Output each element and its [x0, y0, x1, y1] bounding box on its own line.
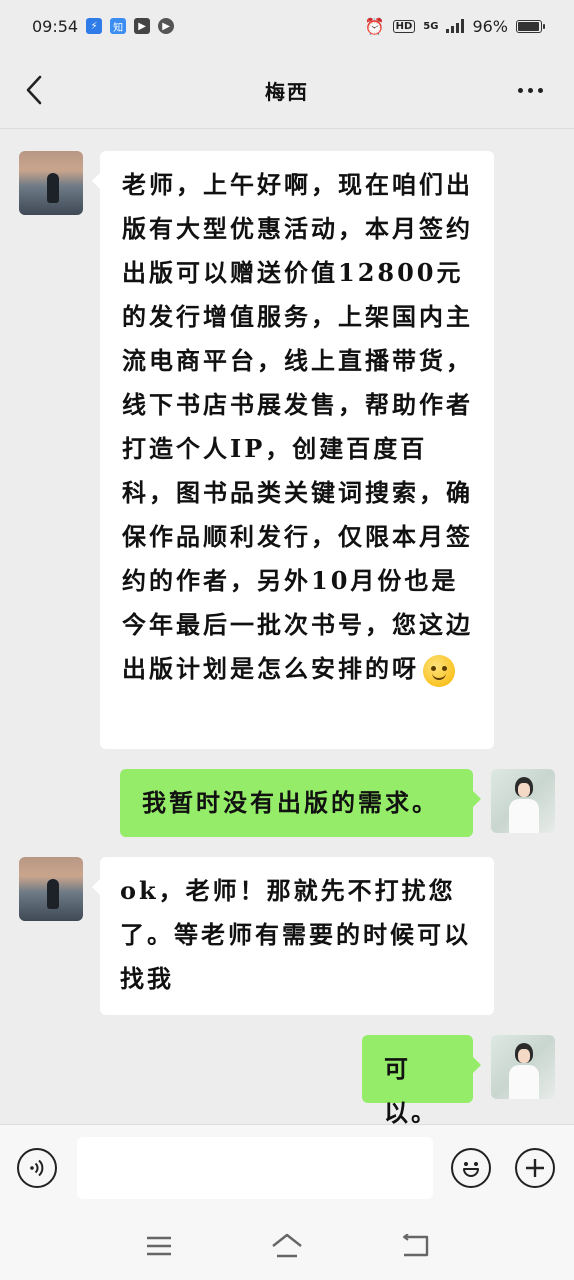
status-time: 09:54	[32, 16, 79, 36]
contact-avatar[interactable]	[19, 857, 83, 921]
message-bubble-received[interactable]: ok，老师！那就先不打扰您了。等老师有需要的时候可以找我	[92, 857, 494, 1015]
contact-avatar[interactable]	[19, 151, 83, 215]
message-text: 我暂时没有出版的需求。	[142, 788, 439, 817]
menu-button[interactable]	[141, 1230, 177, 1262]
voice-icon	[30, 1159, 44, 1177]
plus-icon	[526, 1159, 544, 1177]
more-button[interactable]	[510, 78, 550, 102]
home-button[interactable]	[269, 1230, 305, 1262]
battery-icon	[516, 19, 545, 33]
network-type: 5G	[423, 20, 439, 32]
status-left: 09:54 ⚡ 知 ▶ ▶	[32, 16, 175, 36]
zhihu-app-icon: 知	[110, 18, 127, 34]
my-avatar[interactable]	[491, 1035, 555, 1099]
menu-icon	[147, 1236, 171, 1256]
back-button[interactable]	[16, 72, 52, 108]
my-avatar[interactable]	[491, 769, 555, 833]
smiling-face-emoji	[423, 654, 455, 687]
message-list[interactable]: 老师，上午好啊，现在咱们出版有大型优惠活动，本月签约出版可以赠送价值12800元…	[0, 129, 574, 1127]
signal-icon	[446, 19, 465, 33]
more-dots-icon	[517, 87, 523, 93]
status-bar: 09:54 ⚡ 知 ▶ ▶ ⏰ HD 5G 96%	[0, 0, 574, 52]
page-title: 梅西	[265, 79, 309, 104]
message-bubble-sent[interactable]: 我暂时没有出版的需求。	[120, 769, 481, 837]
status-right: ⏰ HD 5G 96%	[364, 16, 545, 36]
emoji-icon	[463, 1162, 479, 1177]
system-navigation-bar	[0, 1212, 574, 1280]
play-app-icon: ▶	[134, 18, 151, 34]
home-icon	[272, 1233, 302, 1258]
input-bar	[0, 1124, 574, 1213]
emoji-button[interactable]	[451, 1148, 491, 1188]
alarm-icon: ⏰	[364, 16, 385, 36]
message-bubble-sent[interactable]: 可以。	[362, 1035, 481, 1127]
video-app-icon: ▶	[158, 18, 175, 34]
voice-button[interactable]	[17, 1148, 57, 1188]
message-input[interactable]	[77, 1137, 433, 1199]
chat-header: 梅西	[0, 52, 574, 129]
return-button[interactable]	[397, 1230, 433, 1262]
message-bubble-received[interactable]: 老师，上午好啊，现在咱们出版有大型优惠活动，本月签约出版可以赠送价值12800元…	[92, 151, 494, 749]
battery-percent: 96%	[472, 16, 508, 36]
message-text: 可以。	[384, 1054, 438, 1127]
lightning-app-icon: ⚡	[86, 18, 103, 34]
message-text: 老师，上午好啊，现在咱们出版有大型优惠活动，本月签约出版可以赠送价值12800元…	[122, 170, 473, 683]
return-icon	[403, 1234, 429, 1257]
message-text: ok，老师！那就先不打扰您了。等老师有需要的时候可以找我	[120, 876, 471, 993]
plus-button[interactable]	[515, 1148, 555, 1188]
chevron-left-icon	[26, 75, 42, 105]
hd-badge: HD	[392, 19, 416, 33]
